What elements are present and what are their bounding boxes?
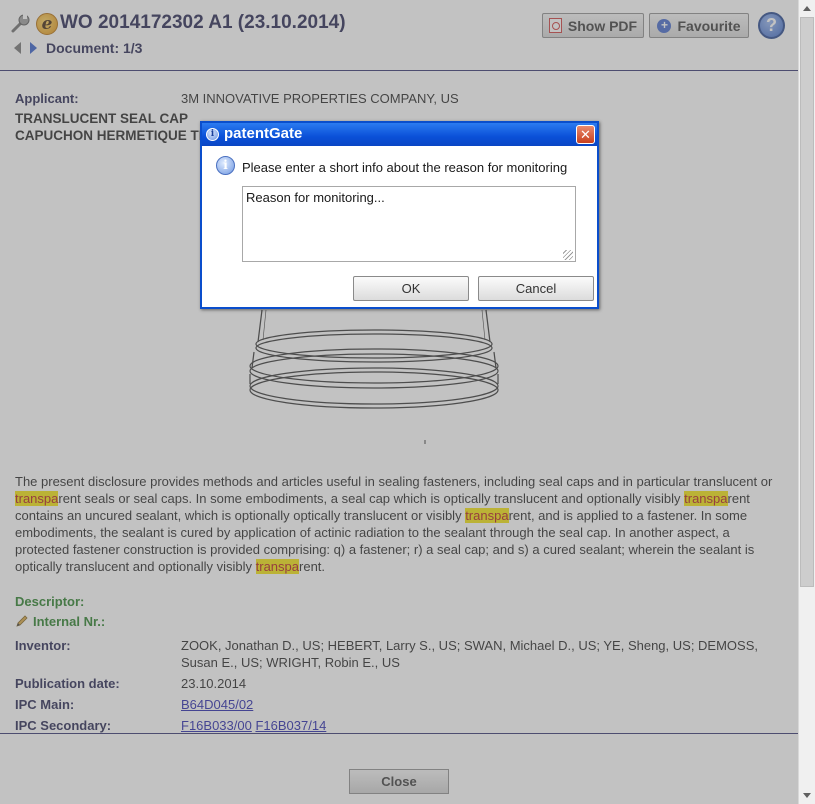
- cancel-button[interactable]: Cancel: [478, 276, 594, 301]
- dialog-close-icon[interactable]: ✕: [576, 125, 595, 144]
- dialog-message: Please enter a short info about the reas…: [242, 160, 568, 175]
- dialog-body: i Please enter a short info about the re…: [202, 146, 597, 307]
- dialog-title: patentGate: [224, 125, 303, 142]
- scrollbar-thumb[interactable]: [800, 17, 814, 587]
- info-icon: i: [216, 156, 235, 175]
- scroll-down-icon[interactable]: [799, 787, 815, 804]
- info-icon: i: [206, 128, 219, 141]
- vertical-scrollbar[interactable]: [798, 0, 815, 804]
- reason-input[interactable]: Reason for monitoring...: [242, 186, 576, 262]
- monitoring-reason-dialog: i patentGate ✕ i Please enter a short in…: [200, 121, 599, 309]
- dialog-title-bar[interactable]: i patentGate ✕: [202, 123, 597, 146]
- scroll-up-icon[interactable]: [799, 0, 815, 17]
- ok-button[interactable]: OK: [353, 276, 469, 301]
